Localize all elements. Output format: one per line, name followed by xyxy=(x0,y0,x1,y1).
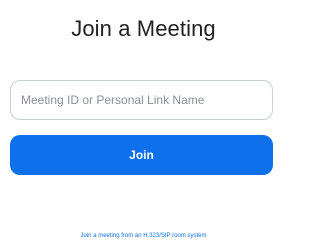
h323-sip-room-link[interactable]: Join a meeting from an H.323/SIP room sy… xyxy=(0,233,287,239)
join-button[interactable]: Join xyxy=(10,135,273,175)
page-title: Join a Meeting xyxy=(71,16,216,41)
meeting-id-input[interactable] xyxy=(10,80,273,120)
